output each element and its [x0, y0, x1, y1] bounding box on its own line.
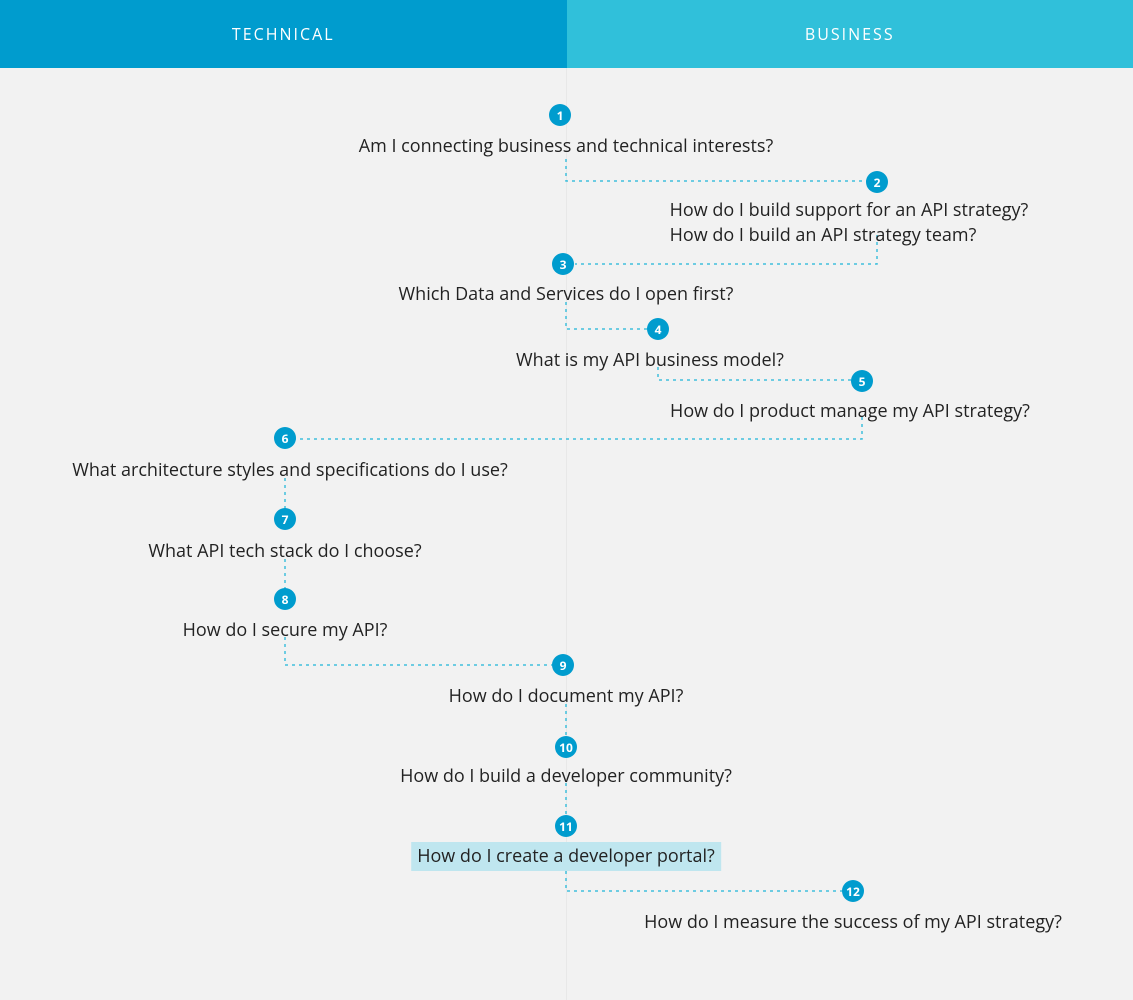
node-text-6: What architecture styles and specificati… — [66, 456, 514, 485]
node-badge-3: 3 — [552, 253, 574, 275]
node-number-2: 2 — [874, 174, 881, 191]
node-text-11: How do I create a developer portal? — [411, 842, 721, 871]
node-number-4: 4 — [655, 321, 662, 338]
header-business: BUSINESS — [567, 0, 1133, 68]
node-badge-9: 9 — [552, 654, 574, 676]
node-number-1: 1 — [557, 107, 564, 124]
header-technical-label: TECHNICAL — [232, 23, 335, 45]
node-badge-8: 8 — [274, 588, 296, 610]
node-badge-11: 11 — [555, 815, 577, 837]
node-text-5: How do I product manage my API strategy? — [664, 397, 1036, 426]
node-text-10: How do I build a developer community? — [394, 762, 738, 791]
node-number-5: 5 — [859, 373, 866, 390]
node-number-8: 8 — [282, 591, 289, 608]
node-badge-6: 6 — [274, 427, 296, 449]
node-badge-7: 7 — [274, 508, 296, 530]
node-number-12: 12 — [846, 883, 860, 900]
header: TECHNICAL BUSINESS — [0, 0, 1133, 68]
node-badge-2: 2 — [866, 171, 888, 193]
node-text-3: Which Data and Services do I open first? — [393, 280, 740, 309]
node-text-4: What is my API business model? — [510, 346, 790, 375]
node-text-8: How do I secure my API? — [177, 616, 394, 645]
node-badge-1: 1 — [549, 104, 571, 126]
node-number-3: 3 — [560, 256, 567, 273]
node-number-6: 6 — [282, 430, 289, 447]
node-badge-10: 10 — [555, 736, 577, 758]
node-text-7: What API tech stack do I choose? — [142, 537, 427, 566]
node-badge-12: 12 — [842, 880, 864, 902]
diagram-canvas: 1 Am I connecting business and technical… — [0, 68, 1133, 1000]
node-number-7: 7 — [282, 511, 289, 528]
header-business-label: BUSINESS — [805, 23, 895, 45]
node-number-9: 9 — [560, 657, 567, 674]
node-number-11: 11 — [559, 818, 573, 835]
node-text-1: Am I connecting business and technical i… — [353, 132, 780, 161]
node-text-2: How do I build support for an API strate… — [664, 196, 1035, 250]
header-technical: TECHNICAL — [0, 0, 567, 68]
node-number-10: 10 — [559, 739, 573, 756]
node-text-12: How do I measure the success of my API s… — [638, 908, 1068, 937]
node-text-9: How do I document my API? — [443, 682, 690, 711]
node-badge-5: 5 — [851, 370, 873, 392]
node-badge-4: 4 — [647, 318, 669, 340]
